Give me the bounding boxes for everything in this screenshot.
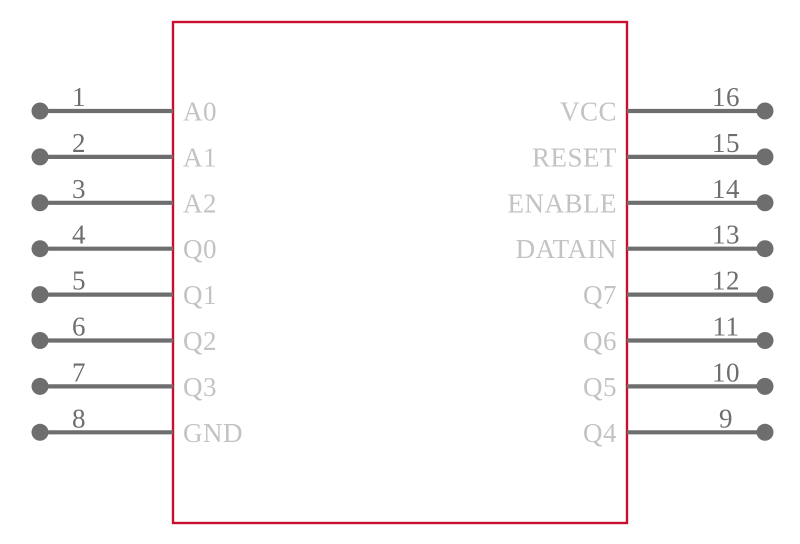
pin-name-label-A1: A1 bbox=[183, 142, 217, 172]
pin-terminal-14[interactable] bbox=[756, 194, 774, 212]
left-pin-group: 1 A0 2 A1 3 A2 4 Q0 5 Q1 6 Q2 7 Q3 8 GND bbox=[31, 82, 244, 448]
pin-number-label-13: 13 bbox=[712, 220, 740, 250]
pin-terminal-16[interactable] bbox=[756, 102, 774, 120]
pin-number-label-6: 6 bbox=[72, 312, 86, 342]
pin-name-label-ENABLE: ENABLE bbox=[508, 188, 617, 218]
pin-terminal-5[interactable] bbox=[31, 286, 49, 304]
pin-number-label-5: 5 bbox=[72, 266, 86, 296]
pin-name-label-A2: A2 bbox=[183, 188, 217, 218]
pin-2[interactable]: 2 A1 bbox=[31, 128, 218, 173]
pin-name-label-Q2: Q2 bbox=[183, 326, 217, 356]
pin-number-label-15: 15 bbox=[712, 128, 740, 158]
pin-8[interactable]: 8 GND bbox=[31, 403, 244, 448]
pin-name-label-Q0: Q0 bbox=[183, 234, 217, 264]
pin-11[interactable]: 11 Q6 bbox=[583, 312, 774, 357]
pin-name-label-Q3: Q3 bbox=[183, 372, 217, 402]
pin-15[interactable]: 15 RESET bbox=[532, 128, 774, 173]
pin-name-label-GND: GND bbox=[183, 418, 243, 448]
pin-6[interactable]: 6 Q2 bbox=[31, 312, 218, 357]
pin-7[interactable]: 7 Q3 bbox=[31, 357, 218, 402]
pin-number-label-8: 8 bbox=[72, 403, 86, 433]
pin-name-label-RESET: RESET bbox=[532, 142, 617, 172]
pin-number-label-7: 7 bbox=[72, 357, 86, 387]
pin-terminal-11[interactable] bbox=[756, 332, 774, 349]
pin-number-label-1: 1 bbox=[72, 82, 86, 112]
pin-10[interactable]: 10 Q5 bbox=[583, 357, 774, 402]
schematic-symbol-svg: 1 A02 A13 A24 Q05 Q16 Q27 Q38 GND 16VCC15RESET14… bbox=[31, 20, 774, 525]
pin-1[interactable]: 1 A0 bbox=[31, 82, 218, 127]
pin-terminal-8[interactable] bbox=[31, 423, 49, 441]
pin-number-label-3: 3 bbox=[72, 174, 86, 204]
pin-name-label-Q5: Q5 bbox=[583, 372, 617, 402]
pin-terminal-7[interactable] bbox=[31, 377, 49, 395]
pin-number-label-2: 2 bbox=[72, 128, 86, 158]
right-pin-group: 16 VCC 15 RESET 14 ENABLE 13 DATAIN 12 Q7 11 Q6 10 Q5… bbox=[508, 82, 774, 448]
pin-terminal-10[interactable] bbox=[756, 377, 774, 395]
pin-12[interactable]: 12 Q7 bbox=[583, 266, 774, 311]
pin-name-label-DATAIN: DATAIN bbox=[516, 234, 617, 264]
pin-terminal-12[interactable] bbox=[756, 286, 774, 304]
pin-4[interactable]: 4 Q0 bbox=[31, 220, 218, 265]
pin-number-label-16: 16 bbox=[712, 82, 740, 112]
pin-5[interactable]: 5 Q1 bbox=[31, 266, 218, 311]
pin-terminal-4[interactable] bbox=[31, 240, 49, 258]
pin-name-label-A0: A0 bbox=[183, 97, 217, 127]
schematic-symbol-canvas: 1 A0 2 A1 3 A2 4 Q0 5 Q1 6 Q2 7 Q3 8 GND 16 VCC 15 RESET 14… bbox=[0, 0, 800, 544]
pin-3[interactable]: 3 A2 bbox=[31, 174, 218, 219]
pin-14[interactable]: 14 ENABLE bbox=[508, 174, 774, 219]
pin-number-label-11: 11 bbox=[713, 312, 740, 342]
pin-terminal-13[interactable] bbox=[756, 240, 774, 258]
component-body-outline bbox=[171, 20, 629, 525]
pin-terminal-2[interactable] bbox=[31, 148, 49, 166]
pin-terminal-1[interactable] bbox=[31, 102, 49, 120]
pin-terminal-6[interactable] bbox=[31, 332, 49, 349]
pin-name-label-Q1: Q1 bbox=[183, 280, 217, 310]
pin-terminal-15[interactable] bbox=[756, 148, 774, 166]
pin-9[interactable]: 9 Q4 bbox=[583, 403, 774, 448]
pin-16[interactable]: 16 VCC bbox=[560, 82, 774, 127]
pin-number-label-4: 4 bbox=[72, 220, 86, 250]
pin-number-label-12: 12 bbox=[712, 266, 740, 296]
pin-terminal-3[interactable] bbox=[31, 194, 49, 212]
pin-name-label-Q4: Q4 bbox=[583, 418, 617, 448]
pin-number-label-14: 14 bbox=[712, 174, 740, 204]
pin-number-label-9: 9 bbox=[719, 403, 733, 433]
pin-terminal-9[interactable] bbox=[756, 423, 774, 441]
pin-name-label-Q6: Q6 bbox=[583, 326, 617, 356]
pin-number-label-10: 10 bbox=[712, 357, 740, 387]
pin-name-label-VCC: VCC bbox=[560, 97, 617, 127]
pin-name-label-Q7: Q7 bbox=[583, 280, 617, 310]
pin-13[interactable]: 13 DATAIN bbox=[516, 220, 774, 265]
